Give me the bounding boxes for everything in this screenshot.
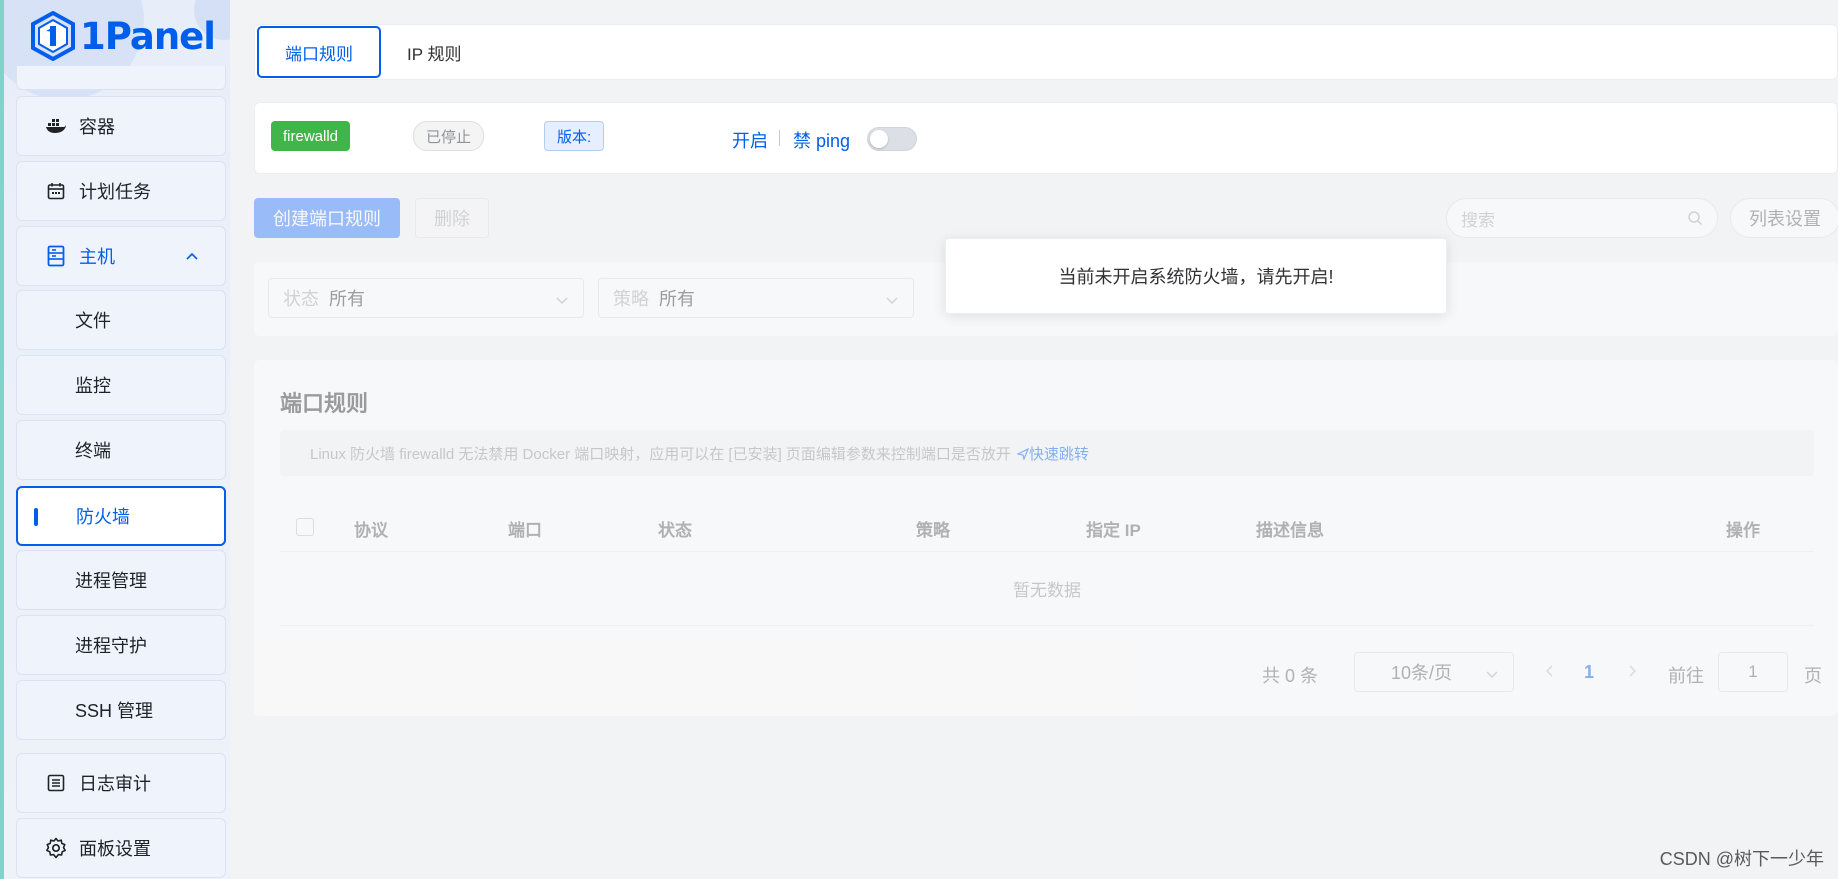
firewall-status-bar: firewalld 已停止 版本: 开启 禁 ping (254, 102, 1838, 174)
sidebar-item-label: 进程管理 (75, 571, 147, 591)
chevron-up-icon (186, 252, 198, 260)
filter-value: 所有 (329, 289, 365, 309)
gear-icon (45, 837, 67, 859)
next-page-icon[interactable] (1626, 664, 1638, 678)
sidebar-item-files[interactable]: 文件 (16, 290, 226, 350)
sidebar-item-label: 日志审计 (79, 774, 151, 794)
chevron-down-icon (556, 297, 568, 305)
sidebar: 1Panel 容器 计划任务 主机 文件 监控 终端 防火墙 进程管理 进程守护… (0, 0, 230, 879)
sidebar-item-label: SSH 管理 (75, 701, 154, 721)
sidebar-item-container[interactable]: 容器 (16, 96, 226, 156)
sidebar-item-label: 文件 (75, 311, 111, 331)
empty-state: 暂无数据 (280, 552, 1814, 626)
column-header: 策略 (916, 521, 950, 540)
pagination-total: 共 0 条 (1262, 666, 1319, 686)
info-alert: Linux 防火墙 firewalld 无法禁用 Docker 端口映射，应用可… (280, 430, 1814, 476)
goto-suffix: 页 (1804, 666, 1822, 686)
delete-button[interactable]: 删除 (415, 198, 489, 238)
column-header: 端口 (508, 521, 542, 540)
port-rules-table-card: 端口规则 Linux 防火墙 firewalld 无法禁用 Docker 端口映… (254, 360, 1838, 716)
sidebar-item-settings[interactable]: 面板设置 (16, 818, 226, 878)
tab-port-rules[interactable]: 端口规则 (257, 26, 381, 78)
ping-toggle[interactable] (867, 127, 917, 151)
table-header: 协议 端口 状态 策略 指定 IP 描述信息 操作 (280, 500, 1814, 552)
sidebar-item-host[interactable]: 主机 (16, 226, 226, 286)
chevron-down-icon (886, 297, 898, 305)
sidebar-item-process[interactable]: 进程管理 (16, 550, 226, 610)
select-all-checkbox[interactable] (296, 518, 314, 536)
main-content: 端口规则 IP 规则 firewalld 已停止 版本: 开启 禁 ping 创… (230, 0, 1838, 879)
filter-label: 策略 (613, 289, 649, 309)
calendar-icon (45, 180, 67, 202)
status-filter-select[interactable]: 状态 所有 (268, 278, 584, 318)
sidebar-item-monitor[interactable]: 监控 (16, 355, 226, 415)
quick-jump-link[interactable]: 快速跳转 (1016, 443, 1089, 464)
alert-text: Linux 防火墙 firewalld 无法禁用 Docker 端口映射，应用可… (310, 445, 1011, 463)
warning-toast: 当前未开启系统防火墙，请先开启! (945, 238, 1447, 314)
column-header: 操作 (1726, 521, 1760, 540)
tab-bar: 端口规则 IP 规则 (254, 24, 1838, 80)
search-icon (1688, 211, 1703, 226)
search-input[interactable]: 搜索 (1446, 198, 1718, 238)
column-header: 协议 (354, 521, 388, 540)
sidebar-item-label: 防火墙 (76, 507, 130, 527)
toggle-knob (870, 130, 888, 148)
goto-label: 前往 (1668, 666, 1704, 686)
column-header: 描述信息 (1256, 521, 1324, 540)
sidebar-item-ssh[interactable]: SSH 管理 (16, 680, 226, 740)
active-indicator (34, 508, 38, 526)
sidebar-item-cron[interactable]: 计划任务 (16, 161, 226, 221)
sidebar-item-supervisor[interactable]: 进程守护 (16, 615, 226, 675)
sidebar-item-label: 容器 (79, 117, 115, 137)
watermark: CSDN @树下一少年 (1659, 849, 1824, 869)
page-size-select[interactable]: 10条/页 (1354, 652, 1514, 692)
menu-item-partial[interactable] (16, 66, 226, 90)
status-badge: 已停止 (413, 121, 485, 151)
page-size-value: 10条/页 (1391, 663, 1453, 683)
strategy-filter-select[interactable]: 策略 所有 (598, 278, 914, 318)
create-port-rule-button[interactable]: 创建端口规则 (254, 198, 400, 238)
search-placeholder: 搜索 (1461, 210, 1495, 230)
sidebar-item-label: 终端 (75, 441, 111, 461)
quick-jump-label: 快速跳转 (1028, 445, 1089, 463)
send-icon (1016, 447, 1030, 461)
sidebar-item-label: 计划任务 (79, 182, 151, 202)
filter-value: 所有 (659, 289, 695, 309)
host-icon (45, 245, 67, 267)
version-tag: 版本: (544, 121, 605, 151)
goto-page-input[interactable]: 1 (1718, 652, 1788, 692)
sidebar-item-label: 进程守护 (75, 636, 147, 656)
chevron-down-icon (1486, 671, 1498, 679)
table-title: 端口规则 (280, 391, 369, 416)
prev-page-icon[interactable] (1544, 664, 1556, 678)
column-header: 指定 IP (1086, 521, 1141, 540)
sidebar-item-terminal[interactable]: 终端 (16, 420, 226, 480)
sidebar-item-logs[interactable]: 日志审计 (16, 753, 226, 813)
sidebar-item-label: 面板设置 (79, 839, 151, 859)
filter-label: 状态 (283, 289, 319, 309)
service-tag: firewalld (271, 121, 351, 151)
docker-icon (45, 115, 67, 137)
start-firewall-link[interactable]: 开启 (732, 127, 768, 153)
disable-ping-link[interactable]: 禁 ping (793, 127, 850, 153)
divider (779, 130, 780, 146)
tab-ip-rules[interactable]: IP 规则 (381, 26, 487, 78)
logo-text: 1Panel (80, 14, 216, 58)
logo-icon (31, 11, 75, 61)
sidebar-item-label: 主机 (79, 247, 115, 267)
column-header: 状态 (658, 521, 692, 540)
sidebar-item-label: 监控 (75, 376, 111, 396)
page-number[interactable]: 1 (1584, 662, 1594, 683)
sidebar-item-firewall[interactable]: 防火墙 (16, 486, 226, 546)
list-settings-button[interactable]: 列表设置 (1730, 198, 1838, 238)
list-icon (45, 772, 67, 794)
logo[interactable]: 1Panel (30, 8, 216, 64)
